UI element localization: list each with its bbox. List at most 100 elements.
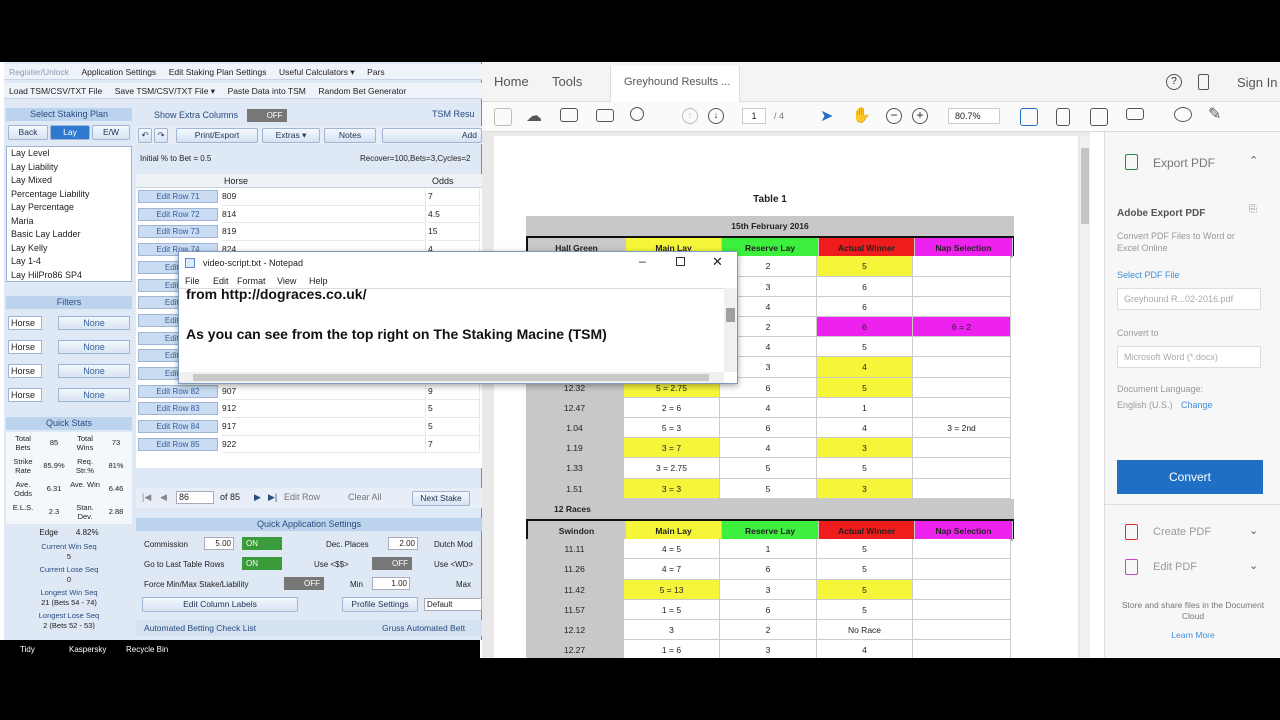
- plan-item[interactable]: Lay Level: [7, 147, 131, 161]
- gruss-tab[interactable]: Gruss Automated Bett: [382, 620, 465, 636]
- next-stake-button[interactable]: Next Stake: [412, 491, 470, 506]
- notes-button[interactable]: Notes: [324, 128, 376, 143]
- convert-button[interactable]: Convert: [1117, 460, 1263, 494]
- filter-value-select[interactable]: None: [58, 340, 130, 354]
- notepad-menu-view[interactable]: View: [277, 276, 296, 286]
- undo-icon[interactable]: ↶: [138, 128, 152, 143]
- notepad-vscroll[interactable]: [724, 288, 737, 372]
- edit-staking-plan-button[interactable]: Edit Staking Plan Settings: [164, 64, 272, 79]
- learn-more-link[interactable]: Learn More: [1121, 630, 1265, 640]
- register-button[interactable]: Register/Unlock: [4, 64, 74, 79]
- plan-item[interactable]: Maria: [7, 215, 131, 229]
- rotate-icon[interactable]: [1056, 108, 1070, 126]
- change-link[interactable]: Change: [1181, 400, 1213, 410]
- filter-value-select[interactable]: None: [58, 316, 130, 330]
- zoom-select[interactable]: 80.7%: [948, 108, 1000, 124]
- plan-item[interactable]: Lay Percentage: [7, 201, 131, 215]
- help-icon[interactable]: ?: [1166, 74, 1182, 90]
- notepad-menu-edit[interactable]: Edit: [213, 276, 229, 286]
- tab-back[interactable]: Back: [8, 125, 48, 140]
- plan-item[interactable]: Lay Liability: [7, 161, 131, 175]
- zoom-out-icon[interactable]: −: [886, 108, 902, 124]
- filter-field-select[interactable]: Horse: [8, 316, 42, 330]
- doc-scrollbar[interactable]: [1080, 136, 1090, 658]
- pdf-file-field[interactable]: Greyhound R...02-2016.pdf: [1117, 288, 1261, 310]
- notepad-hscroll[interactable]: [179, 372, 724, 383]
- plan-item[interactable]: Basic Lay Ladder: [7, 228, 131, 242]
- edit-pdf-label[interactable]: Edit PDF: [1153, 561, 1197, 573]
- use-ss-toggle[interactable]: OFF: [372, 557, 412, 570]
- email-icon[interactable]: [596, 109, 614, 122]
- zoom-in-icon[interactable]: +: [912, 108, 928, 124]
- useful-calculators-button[interactable]: Useful Calculators ▾: [274, 64, 360, 79]
- notepad-menu-format[interactable]: Format: [237, 276, 266, 286]
- menu-tools[interactable]: Tools: [552, 74, 582, 89]
- sign-in-link[interactable]: Sign In: [1237, 75, 1277, 90]
- pars-button[interactable]: Pars: [362, 64, 389, 79]
- commission-toggle[interactable]: ON: [242, 537, 282, 550]
- minimize-icon[interactable]: –: [639, 254, 646, 268]
- fit-page-icon[interactable]: [1020, 108, 1038, 126]
- page-number-input[interactable]: 1: [742, 108, 766, 124]
- doc-scroll-thumb[interactable]: [1081, 148, 1089, 224]
- desktop-item-recycle-bin[interactable]: Recycle Bin: [126, 645, 168, 654]
- first-page-icon[interactable]: |◀: [142, 492, 151, 503]
- goto-last-toggle[interactable]: ON: [242, 557, 282, 570]
- load-file-button[interactable]: Load TSM/CSV/TXT File: [4, 83, 107, 98]
- notepad-menu-file[interactable]: File: [185, 276, 200, 286]
- create-pdf-label[interactable]: Create PDF: [1153, 526, 1211, 538]
- plan-item[interactable]: Lay Mixed: [7, 174, 131, 188]
- chevron-down-icon[interactable]: ⌄: [1249, 559, 1258, 572]
- pin-icon[interactable]: ⎘: [1249, 204, 1257, 215]
- edit-row-button[interactable]: Edit Row 71: [138, 190, 218, 203]
- min-input[interactable]: 1.00: [372, 577, 410, 590]
- edit-row-button[interactable]: Edit Row 83: [138, 402, 218, 416]
- paste-data-button[interactable]: Paste Data into TSM: [223, 83, 311, 98]
- plan-item[interactable]: Lay HilPro86 SP4: [7, 269, 131, 282]
- auto-betting-tab[interactable]: Automated Betting Check List: [144, 620, 256, 636]
- notepad-text-area[interactable]: from http://dograces.co.uk/ As you can s…: [179, 286, 724, 372]
- mobile-icon[interactable]: [1198, 74, 1209, 90]
- stamp-icon[interactable]: [1126, 108, 1144, 120]
- chevron-down-icon[interactable]: ⌄: [1249, 524, 1258, 537]
- pen-icon[interactable]: ✎: [1208, 104, 1221, 124]
- save-file-button[interactable]: Save TSM/CSV/TXT File ▾: [110, 83, 220, 98]
- edit-row-button[interactable]: Edit Row 84: [138, 420, 218, 434]
- search-icon[interactable]: [630, 107, 644, 121]
- desktop-item-tidy[interactable]: Tidy: [20, 645, 35, 654]
- filter-field-select[interactable]: Horse: [8, 388, 42, 402]
- plan-item[interactable]: Lay 1-4: [7, 255, 131, 269]
- dec-places-input[interactable]: 2.00: [388, 537, 418, 550]
- save-icon[interactable]: [494, 108, 512, 126]
- export-pdf-label[interactable]: Export PDF: [1153, 156, 1215, 170]
- next-page-icon[interactable]: ↓: [708, 108, 724, 124]
- prev-page-icon[interactable]: ◀: [160, 492, 167, 503]
- print-export-button[interactable]: Print/Export: [176, 128, 258, 143]
- convert-format-select[interactable]: Microsoft Word (*.docx): [1117, 346, 1261, 368]
- filter-field-select[interactable]: Horse: [8, 340, 42, 354]
- force-minmax-toggle[interactable]: OFF: [284, 577, 324, 590]
- random-bet-button[interactable]: Random Bet Generator: [313, 83, 411, 98]
- profile-select[interactable]: Default: [424, 598, 482, 611]
- edit-column-labels-button[interactable]: Edit Column Labels: [142, 597, 298, 612]
- tab-lay[interactable]: Lay: [50, 125, 90, 140]
- edit-row-button[interactable]: Edit Row 72: [138, 207, 218, 221]
- page-input[interactable]: 86: [176, 491, 214, 504]
- chevron-up-icon[interactable]: ⌃: [1249, 154, 1258, 167]
- desktop-item-kaspersky[interactable]: Kaspersky: [69, 645, 106, 654]
- upload-icon[interactable]: ☁: [526, 106, 542, 126]
- notepad-menu-help[interactable]: Help: [309, 276, 328, 286]
- staking-plan-list[interactable]: Lay Level Lay Liability Lay Mixed Percentag…: [6, 146, 132, 282]
- print-icon[interactable]: [560, 108, 578, 122]
- maximize-icon[interactable]: [676, 257, 685, 266]
- edit-row-button[interactable]: Edit Row 85: [138, 437, 218, 451]
- edit-row-button[interactable]: Edit Row: [284, 492, 320, 502]
- commission-input[interactable]: 5.00: [204, 537, 234, 550]
- fullscreen-icon[interactable]: [1090, 108, 1108, 126]
- filter-value-select[interactable]: None: [58, 388, 130, 402]
- last-page-icon[interactable]: ▶|: [268, 492, 277, 503]
- edit-row-button[interactable]: Edit Row 73: [138, 225, 218, 239]
- app-settings-button[interactable]: Application Settings: [77, 64, 162, 79]
- tab-ew[interactable]: E/W: [92, 125, 130, 140]
- edit-row-button[interactable]: Edit Row 82: [138, 384, 218, 398]
